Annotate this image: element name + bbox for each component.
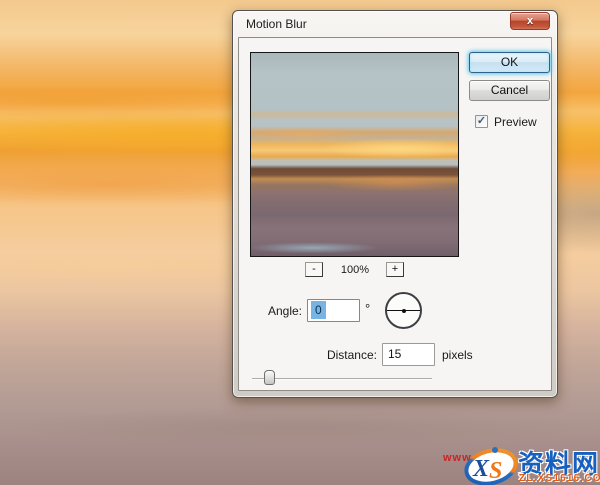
plus-icon: +: [392, 263, 398, 275]
motion-blur-dialog: Motion Blur x - 100% + Angle: 0 ° Distan…: [232, 10, 558, 398]
close-icon: x: [527, 15, 533, 27]
zoom-level-label: 100%: [334, 264, 376, 276]
angle-dial-center-dot: [402, 309, 406, 313]
angle-degree-symbol: °: [365, 301, 370, 316]
distance-label: Distance:: [299, 348, 377, 362]
checkmark-icon: ✓: [477, 115, 486, 127]
zoom-in-button[interactable]: +: [386, 262, 404, 277]
minus-icon: -: [312, 263, 316, 275]
preview-checkbox[interactable]: ✓: [475, 115, 488, 128]
distance-slider-track[interactable]: [252, 378, 432, 380]
angle-input[interactable]: 0: [307, 299, 360, 322]
logo-letter-x: X: [472, 456, 490, 482]
watermark-site-url: ZL.XS1616.COM: [519, 473, 600, 484]
distance-slider: [252, 370, 432, 386]
logo-dot: [492, 447, 498, 453]
close-button[interactable]: x: [510, 12, 550, 30]
cancel-button[interactable]: Cancel: [469, 80, 550, 101]
angle-label: Angle:: [259, 304, 302, 318]
angle-dial[interactable]: [385, 292, 422, 329]
distance-slider-thumb[interactable]: [264, 370, 275, 385]
dialog-content: - 100% + Angle: 0 ° Distance: 15 pixels …: [238, 37, 552, 391]
distance-value: 15: [388, 347, 401, 361]
blur-preview-image[interactable]: [250, 52, 459, 257]
angle-value-selected: 0: [311, 301, 326, 319]
watermark-xs-logo: X S: [462, 447, 520, 485]
ok-button[interactable]: OK: [469, 52, 550, 73]
distance-input[interactable]: 15: [382, 343, 435, 366]
logo-letter-s: S: [489, 458, 502, 484]
dialog-titlebar[interactable]: Motion Blur x: [233, 11, 557, 37]
distance-unit-label: pixels: [442, 348, 473, 362]
preview-checkbox-label[interactable]: Preview: [494, 115, 537, 129]
zoom-out-button[interactable]: -: [305, 262, 323, 277]
dialog-title: Motion Blur: [246, 17, 307, 31]
